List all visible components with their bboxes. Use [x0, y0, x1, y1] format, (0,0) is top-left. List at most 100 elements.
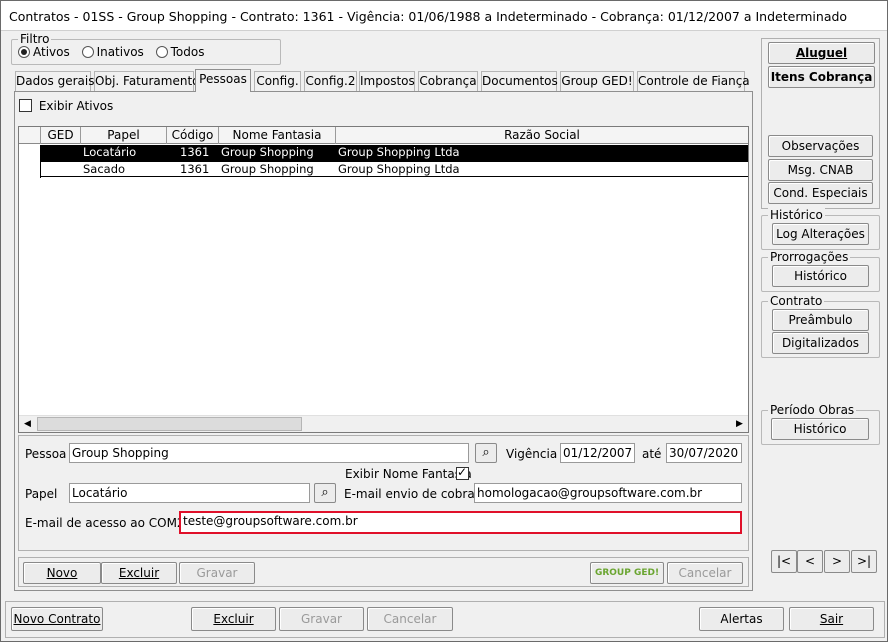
filter-legend: Filtro — [18, 32, 52, 46]
email-cobranca-field[interactable]: homologacao@groupsoftware.com.br — [474, 483, 742, 503]
grid-header-razao-social[interactable]: Razão Social — [336, 127, 748, 144]
first-record-button[interactable]: |< — [771, 550, 797, 573]
grid-header-papel[interactable]: Papel — [81, 127, 167, 144]
preambulo-button[interactable]: Preâmbulo — [772, 309, 869, 331]
grid-header-codigo[interactable]: Código — [167, 127, 219, 144]
window-title: Contratos - 01SS - Group Shopping - Cont… — [1, 1, 887, 31]
email-acesso-field[interactable]: teste@groupsoftware.com.br — [179, 511, 742, 534]
sair-label: Sair — [819, 612, 844, 626]
vigencia-start-field[interactable]: 01/12/2007 — [560, 443, 635, 463]
exibir-nome-fantasia-label: Exibir Nome Fantasia — [345, 467, 472, 481]
periodo-obras-legend: Período Obras — [768, 403, 857, 417]
tab-config[interactable]: Config. — [254, 71, 301, 91]
historico-legend: Histórico — [768, 208, 825, 222]
tab-cobranca[interactable]: Cobrança — [418, 71, 478, 91]
cell-papel: Locatário — [83, 145, 137, 159]
tab-controle-de-fianca[interactable]: Controle de Fiança — [637, 71, 750, 91]
aluguel-label: Aluguel — [795, 46, 848, 60]
filter-option-ativos[interactable]: Ativos — [18, 45, 70, 59]
tab-pessoas[interactable]: Pessoas — [195, 69, 251, 92]
exibir-nome-fantasia-checkbox[interactable] — [456, 465, 469, 480]
tab-dados-gerais[interactable]: Dados gerais — [15, 71, 95, 91]
horizontal-scrollbar[interactable]: ◀ ▶ — [19, 415, 748, 432]
ate-label: até — [642, 447, 662, 461]
scroll-thumb[interactable] — [37, 417, 302, 431]
grid-header: GED Papel Código Nome Fantasia Razão Soc… — [19, 127, 748, 144]
gravar-contrato-label: Gravar — [301, 612, 342, 626]
previous-record-button[interactable]: < — [797, 550, 823, 573]
table-row[interactable]: Sacado 1361 Group Shopping Group Shoppin… — [41, 161, 748, 177]
vigencia-end-field[interactable]: 30/07/2020 — [666, 443, 742, 463]
vigencia-label: Vigência — [506, 447, 558, 461]
excluir-contrato-label: Excluir — [213, 612, 254, 626]
papel-field[interactable]: Locatário — [69, 483, 310, 503]
alertas-button[interactable]: Alertas — [699, 607, 784, 631]
cell-nome-fantasia: Group Shopping — [221, 145, 314, 159]
cancelar-contrato-button[interactable]: Cancelar — [367, 607, 453, 631]
msg-cnab-button[interactable]: Msg. CNAB — [768, 159, 873, 181]
group-ged-button[interactable]: GROUP GED! — [590, 562, 664, 584]
contracts-window: Contratos - 01SS - Group Shopping - Cont… — [0, 0, 888, 642]
checkbox-icon — [19, 99, 32, 112]
group-ged-logo: GROUP GED! — [594, 568, 660, 578]
excluir-contrato-button[interactable]: Excluir — [191, 607, 276, 631]
novo-contrato-button[interactable]: Novo Contrato — [11, 607, 103, 631]
filter-options: Ativos Inativos Todos — [18, 45, 204, 59]
scroll-left-icon[interactable]: ◀ — [19, 416, 36, 433]
papel-label: Papel — [25, 487, 58, 501]
filter-group: Filtro Ativos Inativos Todos — [11, 32, 281, 65]
prorrogacoes-historico-button[interactable]: Histórico — [772, 265, 869, 287]
pessoa-label: Pessoa — [25, 447, 67, 461]
cell-nome-fantasia: Group Shopping — [221, 162, 314, 176]
cancelar-contrato-label: Cancelar — [383, 612, 437, 626]
people-grid: GED Papel Código Nome Fantasia Razão Soc… — [18, 126, 749, 433]
search-pessoa-binoculars-icon[interactable]: ⌕ — [475, 443, 497, 463]
search-papel-binoculars-icon[interactable]: ⌕ — [314, 483, 336, 503]
row-separator — [40, 145, 41, 178]
pessoa-field[interactable]: Group Shopping — [69, 443, 469, 463]
prorrogacoes-legend: Prorrogações — [768, 250, 851, 264]
gravar-button-label: Gravar — [196, 566, 238, 580]
sair-button[interactable]: Sair — [789, 607, 874, 631]
excluir-button-label: Excluir — [118, 566, 160, 580]
last-record-button[interactable]: >| — [851, 550, 877, 573]
grid-header-nome-fantasia[interactable]: Nome Fantasia — [219, 127, 336, 144]
email-acesso-label: E-mail de acesso ao COM21 — [25, 516, 193, 530]
cancelar-inner-button[interactable]: Cancelar — [667, 562, 743, 584]
filter-option-todos[interactable]: Todos — [155, 45, 204, 59]
novo-button-label: Novo — [46, 566, 78, 580]
tab-config2[interactable]: Config.2 — [304, 71, 357, 91]
periodo-obras-historico-button[interactable]: Histórico — [771, 418, 869, 440]
gravar-button[interactable]: Gravar — [179, 562, 255, 584]
cell-codigo: 1361 — [180, 162, 210, 176]
radio-icon — [81, 46, 94, 58]
filter-option-inativos[interactable]: Inativos — [81, 45, 144, 59]
gravar-contrato-button[interactable]: Gravar — [279, 607, 364, 631]
table-row[interactable]: Locatário 1361 Group Shopping Group Shop… — [41, 145, 748, 161]
itens-cobranca-button[interactable]: Itens Cobrança — [768, 66, 875, 88]
digitalizados-button[interactable]: Digitalizados — [772, 332, 869, 354]
tab-impostos[interactable]: Impostos — [359, 71, 415, 91]
next-record-button[interactable]: > — [824, 550, 850, 573]
cond-especiais-button[interactable]: Cond. Especiais — [768, 182, 873, 204]
cell-razao-social: Group Shopping Ltda — [338, 145, 460, 159]
radio-icon — [155, 46, 168, 58]
tab-documentos[interactable]: Documentos — [481, 71, 558, 91]
excluir-button[interactable]: Excluir — [101, 562, 177, 584]
tab-obj-faturamento[interactable]: Obj. Faturamento — [94, 71, 200, 91]
grid-header-ged[interactable]: GED — [41, 127, 81, 144]
cancelar-inner-label: Cancelar — [678, 566, 732, 580]
aluguel-button[interactable]: Aluguel — [768, 42, 875, 64]
log-alteracoes-button[interactable]: Log Alterações — [772, 223, 869, 245]
scroll-right-icon[interactable]: ▶ — [731, 416, 748, 433]
novo-button[interactable]: Novo — [23, 562, 101, 584]
radio-icon — [18, 46, 30, 58]
grid-header-indicator — [19, 127, 41, 144]
contrato-legend: Contrato — [768, 294, 825, 308]
exibir-ativos-checkbox[interactable]: Exibir Ativos — [19, 99, 113, 113]
cell-razao-social: Group Shopping Ltda — [338, 162, 460, 176]
novo-contrato-label: Novo Contrato — [13, 612, 101, 626]
tab-group-ged[interactable]: Group GED! — [560, 71, 634, 91]
observacoes-button[interactable]: Observações — [768, 135, 873, 157]
cell-codigo: 1361 — [180, 145, 210, 159]
